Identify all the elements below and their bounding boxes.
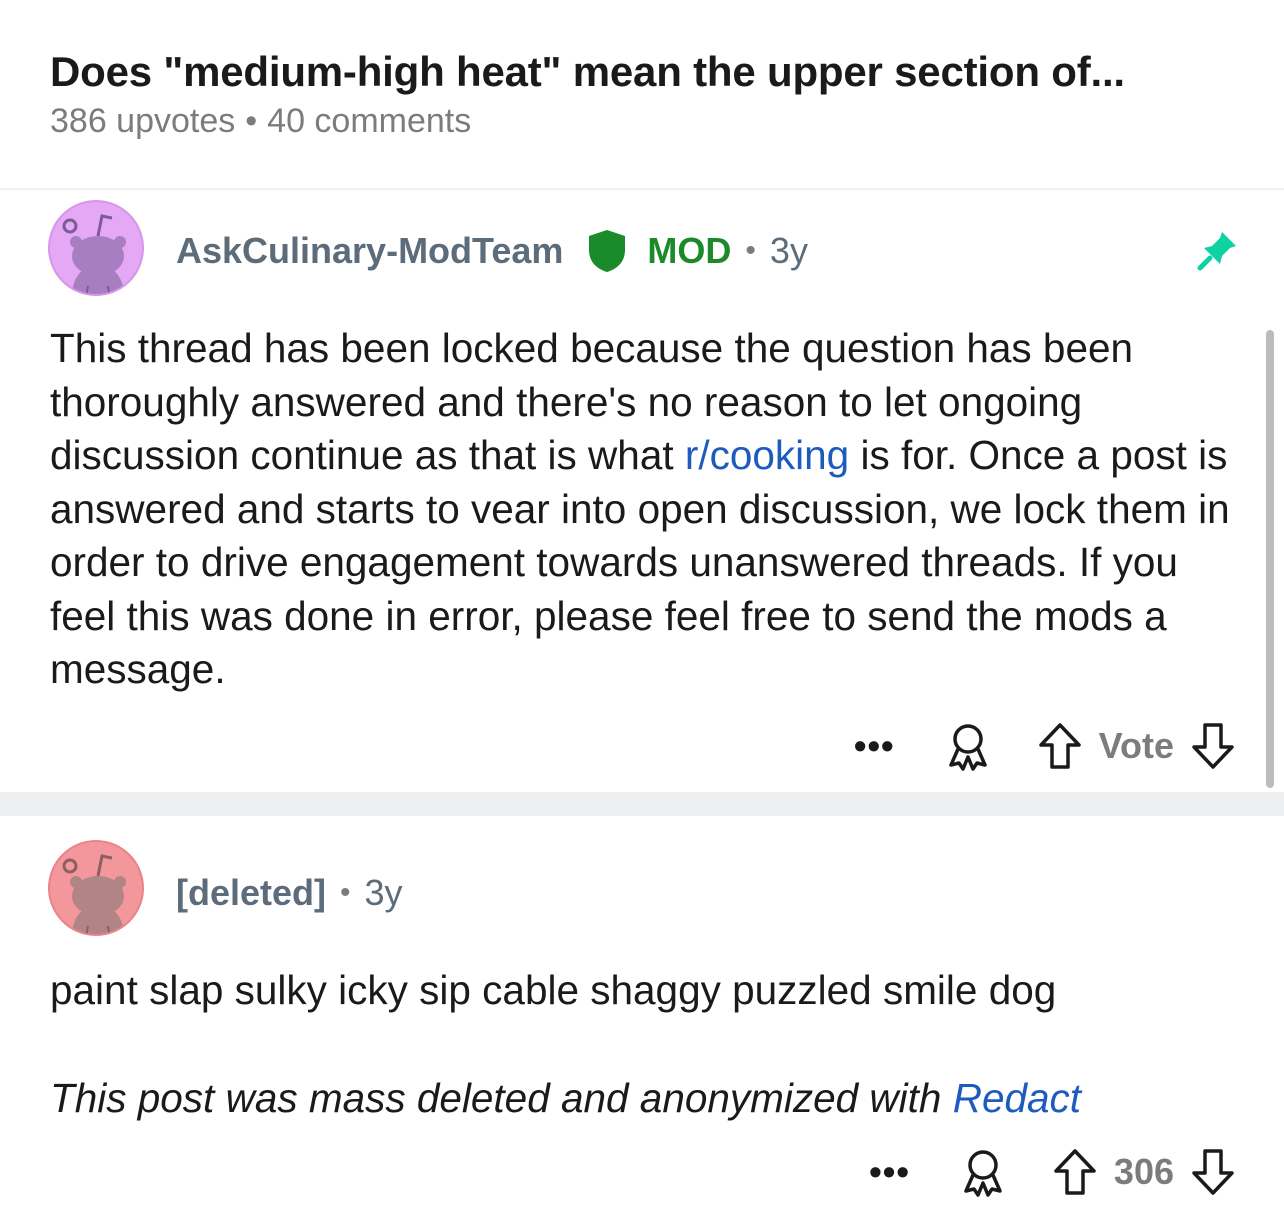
comment-body: This thread has been locked because the … <box>50 322 1240 697</box>
post-header: Does "medium-high heat" mean the upper s… <box>0 0 1284 190</box>
post-title[interactable]: Does "medium-high heat" mean the upper s… <box>50 48 1125 96</box>
more-icon[interactable]: ••• <box>854 728 895 764</box>
comment-author-line: AskCulinary-ModTeam MOD • 3y <box>176 228 808 274</box>
pin-icon <box>1197 232 1236 271</box>
comment-count: 40 comments <box>267 102 472 140</box>
downvote-icon[interactable] <box>1190 721 1236 771</box>
meta-separator: • <box>245 102 258 140</box>
snoo-avatar-icon[interactable] <box>48 840 144 936</box>
more-icon[interactable]: ••• <box>869 1154 910 1190</box>
comment-author[interactable]: [deleted] <box>176 872 326 914</box>
downvote-icon[interactable] <box>1190 1147 1236 1197</box>
comment-age: 3y <box>769 230 808 271</box>
vote-label: Vote <box>1098 725 1174 766</box>
post-meta: 386 upvotes • 40 comments <box>50 102 471 141</box>
comment-author[interactable]: AskCulinary-ModTeam <box>176 230 563 272</box>
comment-deleted: [deleted] • 3y paint slap sulky icky sip… <box>0 816 1284 1224</box>
scrollbar[interactable] <box>1266 330 1274 788</box>
comment-body-text: paint slap sulky icky sip cable shaggy p… <box>50 967 1057 1013</box>
upvote-count: 386 upvotes <box>50 102 236 140</box>
comment-age: 3y <box>364 872 403 913</box>
award-icon[interactable] <box>943 721 993 771</box>
comment-mod: AskCulinary-ModTeam MOD • 3y This thread… <box>0 192 1284 792</box>
comment-author-line: [deleted] • 3y <box>176 872 403 914</box>
author-separator: • <box>340 876 351 909</box>
comment-actions: ••• Vote <box>854 720 1236 772</box>
vote-count: 306 <box>1113 1151 1174 1192</box>
mod-shield-icon <box>589 230 626 272</box>
mod-tag: MOD <box>647 230 732 271</box>
redact-note: This post was mass deleted and anonymize… <box>50 1074 953 1121</box>
comment-body: paint slap sulky icky sip cable shaggy p… <box>50 964 1240 1125</box>
comment-divider <box>0 792 1284 816</box>
redact-link[interactable]: Redact <box>953 1075 1081 1121</box>
comment-body-italic: This post was mass deleted and anonymize… <box>50 1072 1240 1126</box>
upvote-icon[interactable] <box>1052 1147 1098 1197</box>
subreddit-link[interactable]: r/cooking <box>685 432 849 478</box>
award-icon[interactable] <box>958 1147 1008 1197</box>
author-separator: • <box>745 234 756 267</box>
snoo-avatar-icon[interactable] <box>48 200 144 296</box>
upvote-icon[interactable] <box>1037 721 1083 771</box>
comment-actions: ••• 306 <box>869 1146 1236 1198</box>
